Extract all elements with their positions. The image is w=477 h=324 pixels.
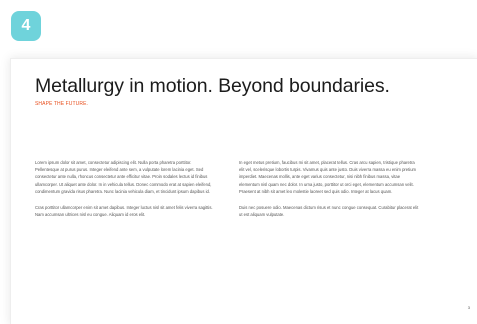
- page-subtitle: SHAPE THE FUTURE.: [35, 101, 89, 107]
- body-paragraph: Cras porttitor ullamcorper enim sit amet…: [35, 205, 213, 218]
- body-paragraph: Lorem ipsum dolor sit amet, consectetur …: [35, 160, 212, 194]
- page-title: Metallurgy in motion. Beyond boundaries.: [35, 75, 390, 97]
- page-number: 3: [467, 305, 470, 310]
- step-number-badge: 4: [11, 11, 41, 41]
- body-paragraph: Duis nec posuere odio. Maecenas dictum r…: [239, 205, 419, 218]
- body-paragraph: In eget metus pretium, faucibus mi sit a…: [239, 160, 417, 194]
- right-text-column: In eget metus pretium, faucibus mi sit a…: [239, 159, 421, 227]
- document-page: Metallurgy in motion. Beyond boundaries.…: [10, 58, 477, 324]
- left-text-column: Lorem ipsum dolor sit amet, consectetur …: [35, 159, 215, 227]
- screenshot-frame: 4 Metallurgy in motion. Beyond boundarie…: [0, 0, 477, 324]
